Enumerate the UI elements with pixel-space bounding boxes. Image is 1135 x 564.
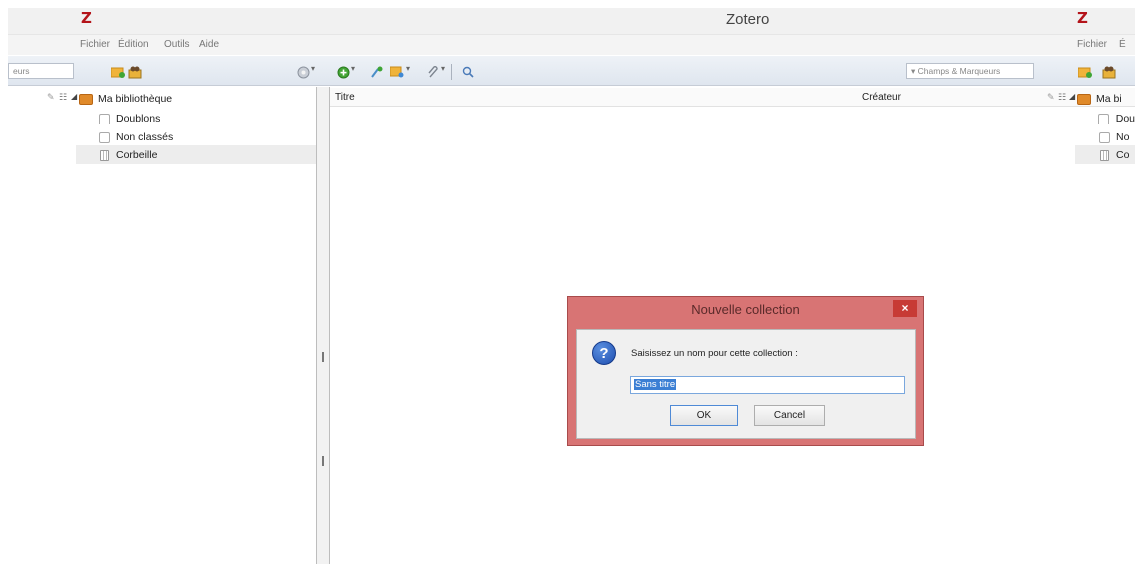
dialog-title: Nouvelle collection — [691, 302, 800, 317]
chevron-down-icon[interactable]: ▾ — [311, 64, 315, 73]
unfiled-icon — [97, 131, 111, 143]
library-icon — [1077, 93, 1091, 105]
duplicates-icon — [1097, 113, 1111, 125]
tag-selector-icon-right[interactable]: ☷ — [1058, 92, 1066, 103]
tree-item-duplicates[interactable]: Doublons — [97, 109, 309, 129]
tag-selector-icon[interactable]: ☷ — [59, 92, 67, 103]
library-icon — [79, 93, 93, 105]
pane-splitter[interactable] — [316, 87, 330, 564]
tree-item-label: Ma bibliothèque — [98, 93, 173, 105]
splitter-grip[interactable] — [322, 456, 324, 466]
tree-item-library[interactable]: Ma bibliothèque — [79, 89, 309, 109]
toolbar-separator — [451, 64, 452, 80]
splitter-grip[interactable] — [322, 352, 324, 362]
new-item-icon[interactable] — [335, 64, 351, 80]
ok-button[interactable]: OK — [670, 405, 738, 426]
collection-name-input[interactable]: Sans titre — [630, 376, 905, 394]
new-note-icon[interactable] — [389, 64, 405, 80]
column-header — [330, 88, 1135, 107]
pencil-icon[interactable]: ✎ — [47, 92, 55, 103]
collapse-triangle-icon[interactable]: ◢ — [71, 92, 77, 101]
new-collection-icon[interactable] — [110, 64, 126, 80]
title-bar — [8, 8, 1135, 35]
new-group-icon-right[interactable] — [1101, 64, 1117, 80]
menu-edition-right[interactable]: É — [1119, 39, 1126, 50]
chevron-down-icon[interactable]: ▾ — [351, 64, 355, 73]
new-group-icon[interactable] — [127, 64, 143, 80]
trash-icon — [1097, 149, 1111, 161]
menu-aide[interactable]: Aide — [199, 39, 219, 50]
question-icon: ? — [592, 341, 616, 365]
column-creator[interactable]: Créateur — [862, 92, 901, 103]
actions-gear-icon[interactable] — [295, 64, 311, 80]
unfiled-icon — [1097, 131, 1111, 143]
advanced-search-icon[interactable] — [460, 64, 476, 80]
tree-item-unfiled-right[interactable]: No — [1097, 127, 1135, 147]
window-title: Zotero — [726, 11, 770, 28]
tree-item-unfiled[interactable]: Non classés — [97, 127, 309, 147]
zotero-logo-icon: Z — [81, 9, 92, 27]
collapse-triangle-icon-right[interactable]: ◢ — [1069, 92, 1075, 101]
chevron-down-icon[interactable]: ▾ — [406, 64, 410, 73]
add-by-identifier-icon[interactable] — [369, 64, 385, 80]
tree-item-label: Corbeille — [116, 149, 158, 161]
trash-icon — [97, 149, 111, 161]
chevron-down-icon[interactable]: ▾ — [441, 64, 445, 73]
tree-item-duplicates-right[interactable]: Dou — [1097, 109, 1135, 129]
duplicates-icon — [97, 113, 111, 125]
zotero-logo-icon-right: Z — [1077, 9, 1088, 27]
menu-fichier[interactable]: Fichier — [80, 39, 110, 50]
new-collection-icon-right[interactable] — [1077, 64, 1093, 80]
dialog-prompt: Saisissez un nom pour cette collection : — [631, 348, 798, 359]
tag-search-input[interactable]: eurs — [8, 63, 74, 79]
column-title[interactable]: Titre — [335, 92, 355, 103]
tree-item-label: Non classés — [116, 131, 174, 143]
close-icon[interactable]: × — [893, 300, 917, 317]
attachment-icon[interactable] — [425, 64, 441, 80]
tree-item-label: Doublons — [116, 113, 161, 125]
cancel-button[interactable]: Cancel — [754, 405, 825, 426]
menu-fichier-right[interactable]: Fichier — [1077, 39, 1107, 50]
tree-item-trash-right[interactable]: Co — [1097, 145, 1135, 165]
search-input[interactable]: ▾ Champs & Marqueurs — [906, 63, 1034, 79]
menu-outils[interactable]: Outils — [164, 39, 190, 50]
tree-item-trash[interactable]: Corbeille — [97, 145, 309, 165]
tree-item-library-right[interactable]: Ma bi — [1077, 89, 1135, 109]
pencil-icon-right[interactable]: ✎ — [1047, 92, 1055, 103]
menu-edition[interactable]: Édition — [118, 39, 149, 50]
